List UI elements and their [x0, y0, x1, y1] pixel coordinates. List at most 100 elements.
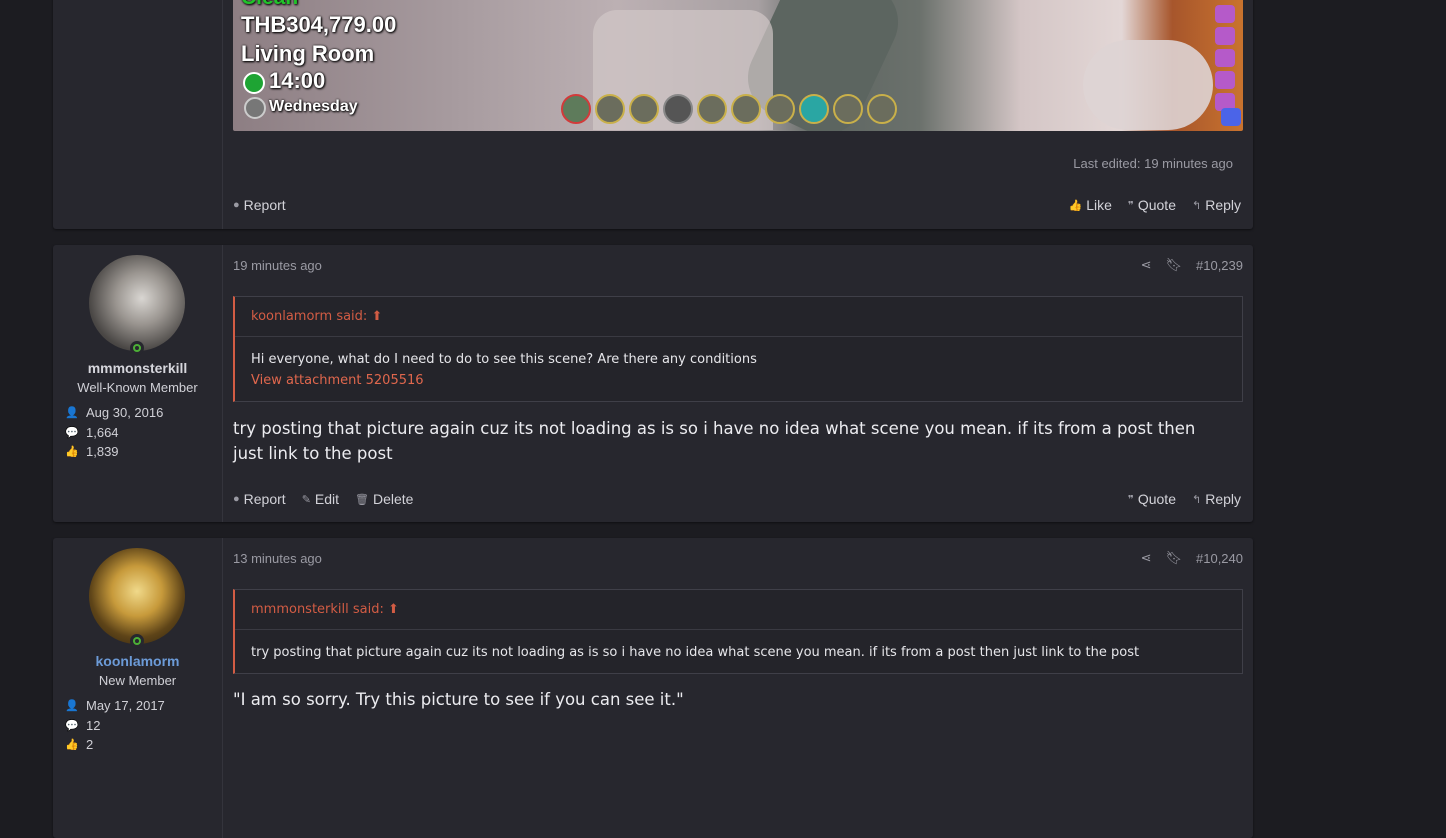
post-timestamp[interactable]: 13 minutes ago — [233, 551, 322, 566]
post-meta: ⋖ 🔖︎ #10,240 — [1141, 550, 1243, 566]
user-stats: 👤 May 17, 2017 💬 12 👍 2 — [62, 696, 165, 755]
post-body: "I am so sorry. Try this picture to see … — [233, 690, 684, 709]
location-icon — [867, 94, 897, 124]
share-icon[interactable]: ⋖ — [1141, 257, 1152, 273]
hand-icon — [1215, 5, 1235, 23]
quote-block: mmmonsterkill said: ⬆ try posting that p… — [233, 589, 1243, 674]
user-stats: 👤 Aug 30, 2016 💬 1,664 👍 1,839 — [62, 403, 163, 462]
hud-time: 14:00 — [269, 68, 326, 93]
location-icon — [595, 94, 625, 124]
gun-icon — [1215, 49, 1235, 67]
location-icon — [663, 94, 693, 124]
messages-stat: 💬 1,664 — [62, 423, 163, 443]
post-body: try posting that picture again cuz its n… — [233, 419, 1196, 463]
like-button[interactable]: 👍 Like — [1069, 197, 1112, 213]
user-icon: 👤 — [65, 407, 79, 420]
hud-money: THB304,779.00 — [241, 12, 397, 37]
username[interactable]: koonlamorm — [53, 653, 222, 669]
quote-text: try posting that picture again cuz its n… — [251, 645, 1140, 660]
username[interactable]: mmmonsterkill — [53, 360, 222, 376]
quote-text: Hi everyone, what do I need to do to see… — [251, 352, 757, 367]
trash-icon: 🗑︎ — [355, 493, 369, 506]
share-icon[interactable]: ⋖ — [1141, 550, 1152, 566]
avatar[interactable] — [89, 255, 185, 351]
bookmark-icon[interactable]: 🔖︎ — [1165, 550, 1182, 566]
alert-icon: ● — [233, 199, 240, 211]
bookmark-icon[interactable]: 🔖︎ — [1165, 257, 1182, 273]
location-icon — [561, 94, 591, 124]
quote-body: try posting that picture again cuz its n… — [235, 630, 1242, 673]
user-title: New Member — [98, 673, 177, 688]
reactions-stat: 👍 1,839 — [62, 442, 163, 462]
user-column: mmmonsterkill Well-Known Member 👤 Aug 30,… — [53, 245, 223, 522]
post-timestamp[interactable]: 19 minutes ago — [233, 258, 322, 273]
online-indicator — [130, 341, 144, 355]
game-side-icons — [1215, 5, 1235, 111]
game-screenshot-attachment[interactable]: Clean THB304,779.00 Living Room 14:00 We… — [233, 0, 1243, 131]
reply-button[interactable]: ↰ Reply — [1192, 197, 1241, 213]
quote-button[interactable]: ❞ Quote — [1128, 197, 1176, 213]
attachment-link[interactable]: View attachment 5205516 — [251, 370, 1226, 391]
arrow-up-circle-icon[interactable]: ⬆ — [371, 309, 382, 324]
last-edited: Last edited: 19 minutes ago — [1073, 156, 1233, 171]
report-button[interactable]: ● Report — [233, 197, 286, 213]
thumbs-up-icon: 👍 — [65, 446, 79, 459]
user-title: Well-Known Member — [77, 380, 198, 395]
post-10238: Clean THB304,779.00 Living Room 14:00 We… — [53, 0, 1253, 229]
edit-button[interactable]: ✎ Edit — [302, 491, 339, 507]
post-main: 13 minutes ago ⋖ 🔖︎ #10,240 mmmonsterkil… — [233, 538, 1243, 838]
money-bag-icon — [1215, 27, 1235, 45]
quote-icon: ❞ — [1127, 199, 1134, 212]
hud-location: Living Room — [241, 41, 375, 66]
delete-button[interactable]: 🗑︎ Delete — [355, 491, 413, 507]
post-actions-left: ● Report — [233, 197, 286, 213]
messages-stat: 💬 12 — [62, 716, 165, 736]
quote-body: Hi everyone, what do I need to do to see… — [235, 337, 1242, 401]
alert-icon: ● — [233, 493, 240, 505]
location-icon — [765, 94, 795, 124]
location-icon — [833, 94, 863, 124]
quote-button[interactable]: ❞ Quote — [1128, 491, 1176, 507]
location-icons — [561, 94, 897, 126]
sofa-arm — [1083, 40, 1213, 130]
thumbs-up-icon: 👍 — [1068, 199, 1083, 212]
comments-icon: 💬 — [65, 426, 79, 439]
thumbs-up-icon: 👍 — [65, 739, 79, 752]
online-indicator — [130, 634, 144, 648]
tv-icon — [1221, 108, 1241, 126]
quote-author[interactable]: mmmonsterkill said: ⬆ — [235, 590, 1242, 630]
tv-icon-wrap — [1221, 108, 1241, 126]
post-10239: mmmonsterkill Well-Known Member 👤 Aug 30,… — [53, 245, 1253, 522]
pause-icon — [244, 97, 266, 119]
reply-icon: ↰ — [1191, 199, 1202, 212]
post-main: Clean THB304,779.00 Living Room 14:00 We… — [233, 0, 1243, 229]
location-icon — [629, 94, 659, 124]
user-column — [53, 0, 223, 229]
location-icon — [697, 94, 727, 124]
post-main: 19 minutes ago ⋖ 🔖︎ #10,239 koonlamorm s… — [233, 245, 1243, 522]
reactions-stat: 👍 2 — [62, 735, 165, 755]
comments-icon: 💬 — [65, 719, 79, 732]
quote-icon: ❞ — [1127, 493, 1134, 506]
reply-button[interactable]: ↰ Reply — [1192, 491, 1241, 507]
joined-stat: 👤 May 17, 2017 — [62, 696, 165, 716]
post-10240: koonlamorm New Member 👤 May 17, 2017 💬 12 … — [53, 538, 1253, 838]
location-icon — [799, 94, 829, 124]
cocktail-icon — [1215, 71, 1235, 89]
hud-status: Clean — [241, 0, 298, 10]
post-number[interactable]: #10,240 — [1196, 551, 1243, 566]
post-actions-right: ❞ Quote ↰ Reply — [1128, 491, 1241, 507]
arrow-up-circle-icon[interactable]: ⬆ — [388, 602, 399, 617]
post-actions-right: 👍 Like ❞ Quote ↰ Reply — [1069, 197, 1241, 213]
avatar[interactable] — [89, 548, 185, 644]
user-column: koonlamorm New Member 👤 May 17, 2017 💬 12 … — [53, 538, 223, 838]
quote-block: koonlamorm said: ⬆ Hi everyone, what do … — [233, 296, 1243, 402]
hud-day: Wednesday — [269, 98, 358, 115]
post-number[interactable]: #10,239 — [1196, 258, 1243, 273]
report-button[interactable]: ● Report — [233, 491, 286, 507]
joined-stat: 👤 Aug 30, 2016 — [62, 403, 163, 423]
post-actions-left: ● Report ✎ Edit 🗑︎ Delete — [233, 491, 413, 507]
user-icon: 👤 — [65, 700, 79, 713]
post-meta: ⋖ 🔖︎ #10,239 — [1141, 257, 1243, 273]
quote-author[interactable]: koonlamorm said: ⬆ — [235, 297, 1242, 337]
